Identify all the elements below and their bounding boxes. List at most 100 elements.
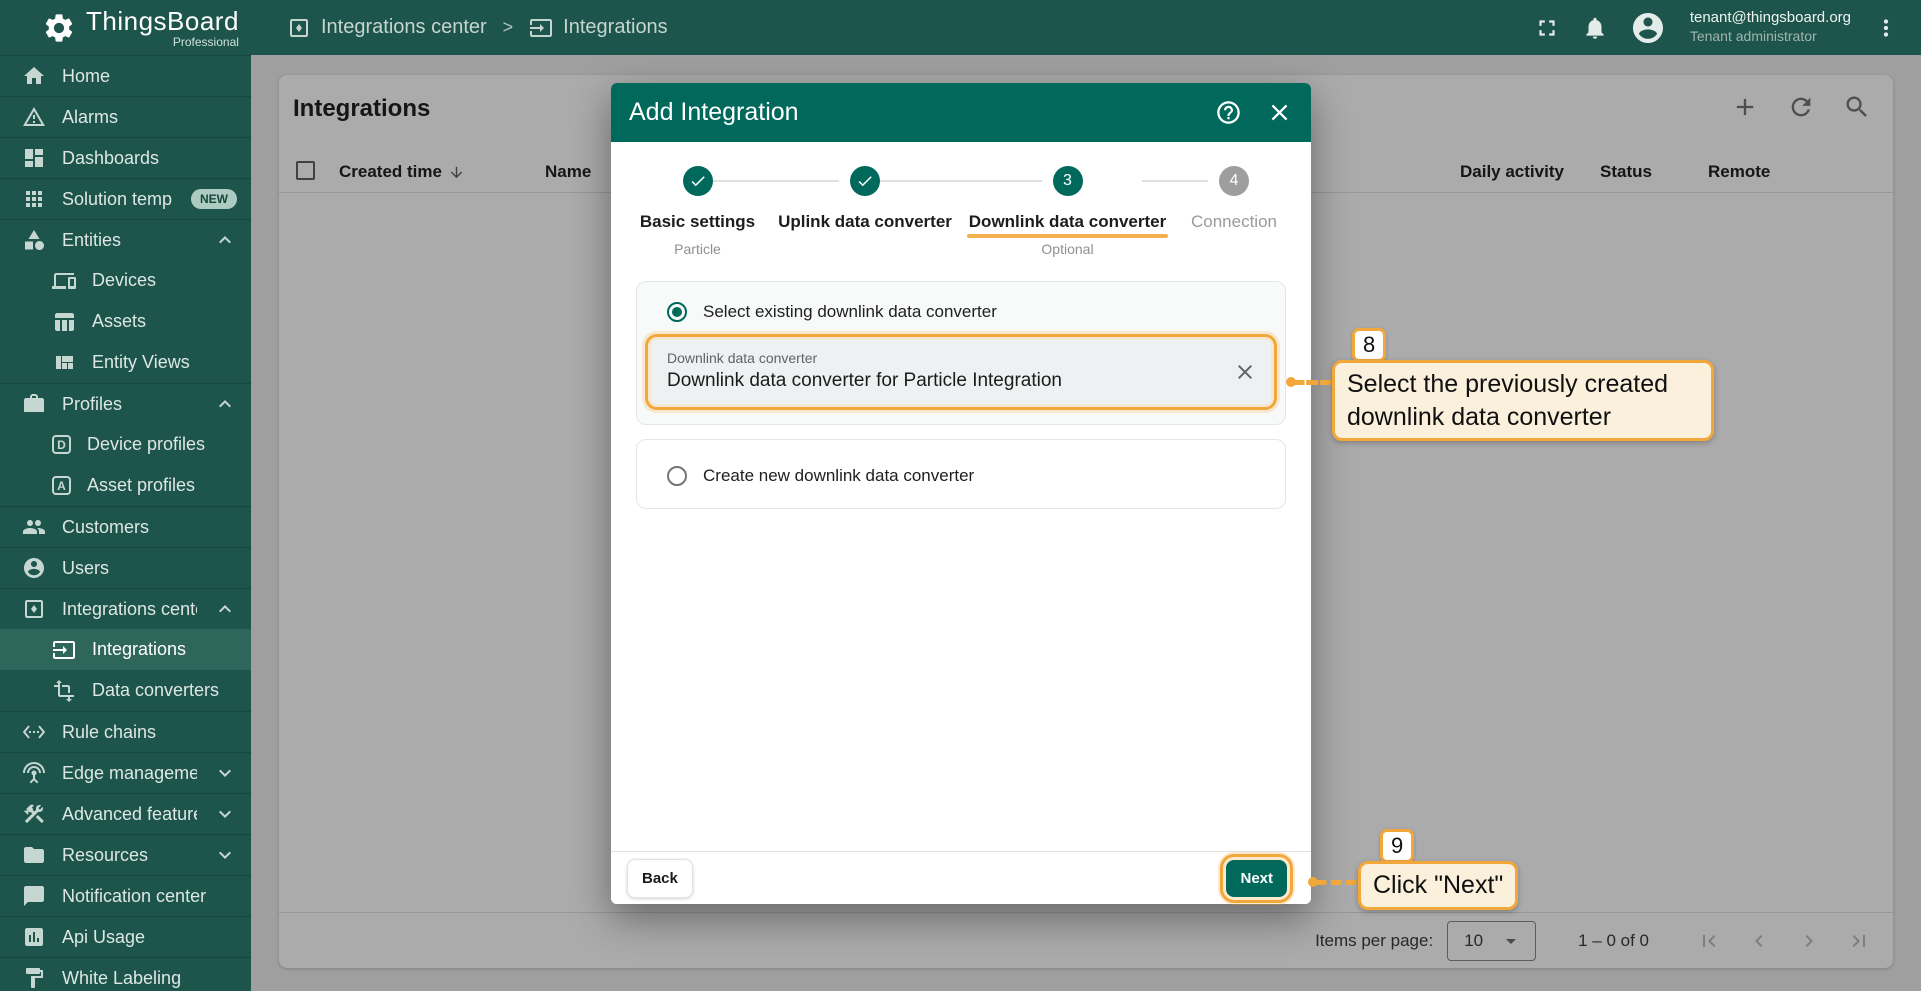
user-role: Tenant administrator bbox=[1690, 28, 1851, 46]
dialog-title: Add Integration bbox=[629, 98, 799, 127]
step-check-icon bbox=[683, 166, 713, 196]
integrations-center-icon bbox=[287, 16, 311, 40]
next-button[interactable]: Next bbox=[1226, 860, 1287, 897]
logo-subtitle: Professional bbox=[173, 36, 239, 48]
step-number-badge: 4 bbox=[1219, 166, 1249, 196]
solution-templates-icon bbox=[22, 187, 46, 211]
user-info: tenant@thingsboard.org Tenant administra… bbox=[1690, 9, 1851, 45]
sidebar-item-label: Devices bbox=[92, 270, 156, 291]
fullscreen-icon[interactable] bbox=[1534, 15, 1560, 41]
breadcrumb-integrations[interactable]: Integrations bbox=[529, 16, 668, 40]
back-button[interactable]: Back bbox=[627, 859, 693, 898]
notifications-bell-icon[interactable] bbox=[1582, 15, 1608, 41]
sidebar-item-api-usage[interactable]: Api Usage bbox=[0, 916, 251, 957]
sidebar-item-entities[interactable]: Entities bbox=[0, 219, 251, 260]
step-label: Basic settings bbox=[640, 212, 755, 232]
close-icon[interactable] bbox=[1266, 99, 1293, 126]
dashboards-icon bbox=[22, 146, 46, 170]
downlink-converter-field[interactable]: Downlink data converter Downlink data co… bbox=[651, 340, 1271, 404]
sidebar-item-profiles[interactable]: Profiles bbox=[0, 383, 251, 424]
clear-field-icon[interactable] bbox=[1233, 360, 1257, 384]
sidebar-item-users[interactable]: Users bbox=[0, 547, 251, 588]
rule-chains-icon bbox=[22, 720, 46, 744]
letter:D-icon: D bbox=[52, 435, 71, 454]
sidebar-item-data-converters[interactable]: Data converters bbox=[0, 670, 251, 711]
sidebar-item-entity-views[interactable]: Entity Views bbox=[0, 342, 251, 383]
step-label: Downlink data converter bbox=[969, 212, 1166, 232]
step-number-badge: 3 bbox=[1053, 166, 1083, 196]
sidebar-item-rule-chains[interactable]: Rule chains bbox=[0, 711, 251, 752]
sidebar-item-assets[interactable]: Assets bbox=[0, 301, 251, 342]
annotation-callout-9: Click "Next" bbox=[1358, 861, 1518, 910]
sidebar-item-label: Rule chains bbox=[62, 722, 156, 743]
sidebar-item-label: Dashboards bbox=[62, 148, 159, 169]
chevron-up-icon bbox=[213, 228, 237, 252]
step-sublabel: Optional bbox=[960, 241, 1175, 257]
thingsboard-gear-icon bbox=[42, 11, 76, 45]
sidebar-item-label: Home bbox=[62, 66, 110, 87]
annotation-connector-8 bbox=[1292, 380, 1332, 385]
step-label: Uplink data converter bbox=[778, 212, 952, 232]
more-vert-icon[interactable] bbox=[1873, 15, 1899, 41]
annotation-badge-8: 8 bbox=[1352, 328, 1386, 362]
sidebar-item-resources[interactable]: Resources bbox=[0, 834, 251, 875]
stepper-step-uplink-data-converter[interactable]: Uplink data converter bbox=[770, 166, 960, 232]
new-badge: NEW bbox=[191, 189, 237, 209]
sidebar-item-notification-center[interactable]: Notification center bbox=[0, 875, 251, 916]
dialog-body: Select existing downlink data converter … bbox=[611, 257, 1311, 509]
breadcrumb-separator: > bbox=[503, 17, 514, 38]
chevron-down-icon bbox=[213, 802, 237, 826]
field-value: Downlink data converter for Particle Int… bbox=[667, 370, 1223, 392]
sidebar-item-label: Data converters bbox=[92, 680, 219, 701]
sidebar-item-label: Integrations bbox=[92, 639, 186, 660]
resources-icon bbox=[22, 843, 46, 867]
help-icon[interactable] bbox=[1215, 99, 1242, 126]
breadcrumb: Integrations center > Integrations bbox=[287, 16, 668, 40]
radio-unselected-icon bbox=[667, 466, 687, 486]
entity-views-icon bbox=[52, 351, 76, 375]
sidebar-item-customers[interactable]: Customers bbox=[0, 506, 251, 547]
add-integration-dialog: Add Integration Basic settings Particle Up… bbox=[611, 83, 1311, 904]
chevron-up-icon bbox=[213, 597, 237, 621]
sidebar-item-dashboards[interactable]: Dashboards bbox=[0, 137, 251, 178]
radio-selected-icon bbox=[667, 302, 687, 322]
sidebar-item-devices[interactable]: Devices bbox=[0, 260, 251, 301]
customers-icon bbox=[22, 515, 46, 539]
sidebar-item-alarms[interactable]: Alarms bbox=[0, 96, 251, 137]
radio-new-label: Create new downlink data converter bbox=[703, 466, 974, 486]
select-existing-converter-radio[interactable]: Select existing downlink data converter bbox=[649, 296, 1273, 324]
chevron-up-icon bbox=[213, 392, 237, 416]
advanced-features-icon bbox=[22, 802, 46, 826]
sidebar-item-label: Profiles bbox=[62, 394, 122, 415]
sidebar-item-label: Entities bbox=[62, 230, 121, 251]
sidebar-item-white-labeling[interactable]: White Labeling bbox=[0, 957, 251, 991]
breadcrumb-integrations-center[interactable]: Integrations center bbox=[287, 16, 487, 40]
white-labeling-icon bbox=[22, 966, 46, 990]
sidebar-item-asset-profiles[interactable]: A Asset profiles bbox=[0, 465, 251, 506]
sidebar-item-advanced-features[interactable]: Advanced features bbox=[0, 793, 251, 834]
sidebar-item-solution-templates[interactable]: Solution templatesNEW bbox=[0, 178, 251, 219]
step-check-icon bbox=[850, 166, 880, 196]
sidebar-item-home[interactable]: Home bbox=[0, 55, 251, 96]
sidebar-item-label: Asset profiles bbox=[87, 475, 195, 496]
data-converters-icon bbox=[52, 679, 76, 703]
sidebar-item-integrations[interactable]: Integrations bbox=[0, 629, 251, 670]
sidebar-item-device-profiles[interactable]: DDevice profiles bbox=[0, 424, 251, 465]
create-new-converter-radio[interactable]: Create new downlink data converter bbox=[649, 460, 1273, 488]
dialog-header: Add Integration bbox=[611, 83, 1311, 142]
chevron-down-icon bbox=[213, 761, 237, 785]
top-app-bar: ThingsBoard Professional Integrations ce… bbox=[0, 0, 1921, 55]
avatar[interactable] bbox=[1630, 10, 1666, 46]
step-sublabel: Particle bbox=[625, 241, 770, 257]
annotation-badge-9: 9 bbox=[1380, 829, 1414, 863]
sidebar-item-edge-management[interactable]: Edge management bbox=[0, 752, 251, 793]
sidebar-item-integrations-center[interactable]: Integrations center bbox=[0, 588, 251, 629]
radio-existing-label: Select existing downlink data converter bbox=[703, 302, 997, 322]
new-converter-option-card: Create new downlink data converter bbox=[636, 439, 1286, 509]
integrations-center-icon bbox=[22, 597, 46, 621]
integrations-icon bbox=[52, 638, 76, 662]
letter:A-icon: A bbox=[52, 476, 71, 495]
step-label: Connection bbox=[1191, 212, 1277, 232]
stepper-step-connection[interactable]: 4 Connection bbox=[1175, 166, 1293, 232]
thingsboard-logo[interactable]: ThingsBoard Professional bbox=[0, 8, 251, 48]
